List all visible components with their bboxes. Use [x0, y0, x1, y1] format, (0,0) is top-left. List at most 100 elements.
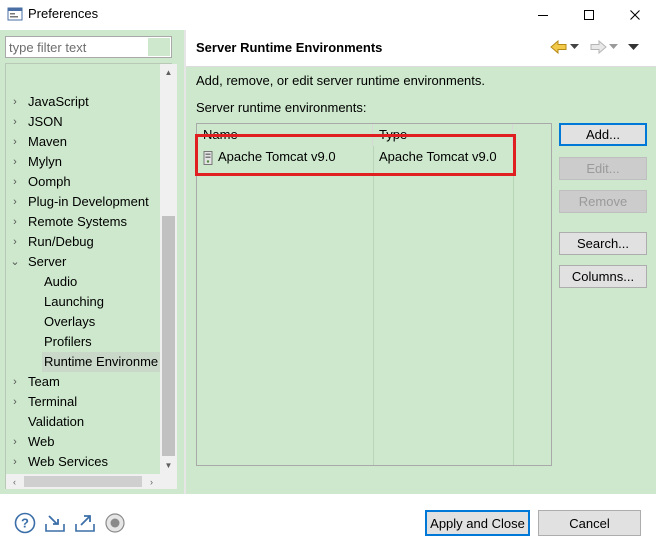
- tree-item[interactable]: Runtime Environme: [6, 352, 161, 372]
- view-menu-icon[interactable]: [628, 38, 639, 56]
- dialog-tools: ?: [14, 512, 126, 534]
- tree-item[interactable]: › Web: [6, 432, 158, 452]
- tree-item[interactable]: › Maven: [6, 132, 158, 152]
- maximize-button[interactable]: [566, 0, 612, 30]
- filter-field: [5, 36, 172, 58]
- preferences-navigation-panel: › JavaScript › JSON › Maven › Mylyn › Oomph › Plug-…: [0, 30, 184, 494]
- tree-item[interactable]: Overlays: [6, 312, 158, 332]
- scroll-right-icon[interactable]: ›: [143, 474, 160, 489]
- forward-arrow-icon[interactable]: [589, 38, 607, 56]
- tree-item[interactable]: › Mylyn: [6, 152, 158, 172]
- runtime-type: Apache Tomcat v9.0: [379, 149, 497, 164]
- minimize-icon: [538, 15, 548, 16]
- page-description: Add, remove, or edit server runtime envi…: [196, 73, 486, 88]
- forward-dropdown-icon[interactable]: [609, 38, 618, 56]
- scroll-left-icon[interactable]: ‹: [6, 474, 23, 489]
- record-icon[interactable]: [104, 512, 126, 534]
- tree-item-label: Mylyn: [28, 154, 62, 169]
- apply-and-close-button[interactable]: Apply and Close: [425, 510, 530, 536]
- expand-arrow-icon[interactable]: ›: [10, 232, 20, 252]
- preferences-tree: › JavaScript › JSON › Maven › Mylyn › Oomph › Plug-…: [5, 63, 177, 489]
- expand-arrow-icon[interactable]: ›: [10, 372, 20, 392]
- expand-arrow-icon[interactable]: ›: [10, 132, 20, 152]
- tree-item-label: Validation: [28, 414, 85, 429]
- tree-item-label: Terminal: [28, 394, 78, 409]
- tree-item[interactable]: › Remote Systems: [6, 212, 158, 232]
- expand-arrow-icon[interactable]: ›: [10, 212, 20, 232]
- tree-item-label: Server: [28, 254, 67, 269]
- tree-item[interactable]: Audio: [6, 272, 158, 292]
- tree-item[interactable]: › Run/Debug: [6, 232, 158, 252]
- tree-item[interactable]: › Web Services: [6, 452, 158, 472]
- help-icon[interactable]: ?: [14, 512, 36, 534]
- tree-item[interactable]: ⌄ Server: [6, 252, 158, 272]
- expand-arrow-icon[interactable]: ›: [10, 152, 20, 172]
- collapse-arrow-icon[interactable]: ⌄: [10, 252, 20, 272]
- back-arrow-icon[interactable]: [550, 38, 568, 56]
- close-icon: [630, 10, 640, 20]
- svg-text:?: ?: [21, 516, 29, 531]
- expand-arrow-icon[interactable]: ›: [10, 432, 20, 452]
- column-divider: [373, 146, 374, 465]
- column-divider: [513, 146, 514, 465]
- tree-item-label: Run/Debug: [28, 234, 94, 249]
- back-dropdown-icon[interactable]: [570, 38, 579, 56]
- tree-item-label: Audio: [44, 274, 78, 289]
- tree-item[interactable]: Launching: [6, 292, 158, 312]
- expand-arrow-icon[interactable]: ›: [10, 112, 20, 132]
- page-title: Server Runtime Environments: [196, 40, 383, 55]
- page-content: Add, remove, or edit server runtime envi…: [186, 67, 656, 494]
- edit-runtime-button[interactable]: Edit...: [559, 157, 647, 180]
- close-button[interactable]: [612, 0, 656, 30]
- column-header-name[interactable]: Name: [197, 124, 373, 146]
- tree-item-label: Web Services: [28, 454, 108, 469]
- tree-item[interactable]: › Oomph: [6, 172, 158, 192]
- table-row[interactable]: Apache Tomcat v9.0 Apache Tomcat v9.0: [197, 146, 551, 168]
- column-header-filler: [513, 124, 551, 146]
- horizontal-scroll-thumb[interactable]: [24, 476, 142, 487]
- title-bar: Preferences: [0, 0, 656, 30]
- import-icon[interactable]: [44, 512, 66, 534]
- expand-arrow-icon[interactable]: ›: [10, 392, 20, 412]
- remove-runtime-button[interactable]: Remove: [559, 190, 647, 213]
- tree-item-label: Runtime Environme: [42, 352, 161, 372]
- tree-item-label: Overlays: [44, 314, 96, 329]
- column-header-type[interactable]: Type: [373, 124, 513, 146]
- tree-item-label: Oomph: [28, 174, 71, 189]
- scrollbar-corner: [160, 474, 177, 489]
- minimize-button[interactable]: [520, 0, 566, 30]
- expand-arrow-icon[interactable]: ›: [10, 452, 20, 472]
- tree-item-label: Plug-in Development: [28, 194, 149, 209]
- tree-item[interactable]: Validation: [6, 412, 158, 432]
- columns-button[interactable]: Columns...: [559, 265, 647, 288]
- page-header: Server Runtime Environments: [186, 30, 656, 66]
- filter-clear-icon[interactable]: [148, 38, 170, 56]
- expand-arrow-icon[interactable]: ›: [10, 92, 20, 112]
- tree-vertical-scrollbar[interactable]: ▲ ▼: [160, 64, 177, 474]
- cancel-button[interactable]: Cancel: [538, 510, 641, 536]
- tree-item-label: Launching: [44, 294, 104, 309]
- search-runtime-button[interactable]: Search...: [559, 232, 647, 255]
- tree-item-label: Profilers: [44, 334, 92, 349]
- tree-item[interactable]: › Terminal: [6, 392, 158, 412]
- tree-item[interactable]: Profilers: [6, 332, 158, 352]
- tree-item-label: Remote Systems: [28, 214, 127, 229]
- tree-item[interactable]: › JSON: [6, 112, 158, 132]
- tree-item[interactable]: › Team: [6, 372, 158, 392]
- export-icon[interactable]: [74, 512, 96, 534]
- expand-arrow-icon[interactable]: ›: [10, 192, 20, 212]
- scroll-down-icon[interactable]: ▼: [160, 457, 177, 474]
- tree-item-label: JSON: [28, 114, 63, 129]
- tree-item[interactable]: › JavaScript: [6, 92, 158, 112]
- runtime-name: Apache Tomcat v9.0: [218, 149, 336, 164]
- page-navigation: [550, 38, 639, 56]
- filter-input[interactable]: [6, 37, 149, 57]
- preferences-app-icon: [7, 6, 23, 22]
- scroll-up-icon[interactable]: ▲: [160, 64, 177, 81]
- runtime-list-label: Server runtime environments:: [196, 100, 367, 115]
- tree-horizontal-scrollbar[interactable]: ‹ ›: [6, 474, 160, 489]
- add-runtime-button[interactable]: Add...: [559, 123, 647, 146]
- expand-arrow-icon[interactable]: ›: [10, 172, 20, 192]
- tree-item[interactable]: › Plug-in Development: [6, 192, 158, 212]
- vertical-scroll-thumb[interactable]: [162, 216, 175, 456]
